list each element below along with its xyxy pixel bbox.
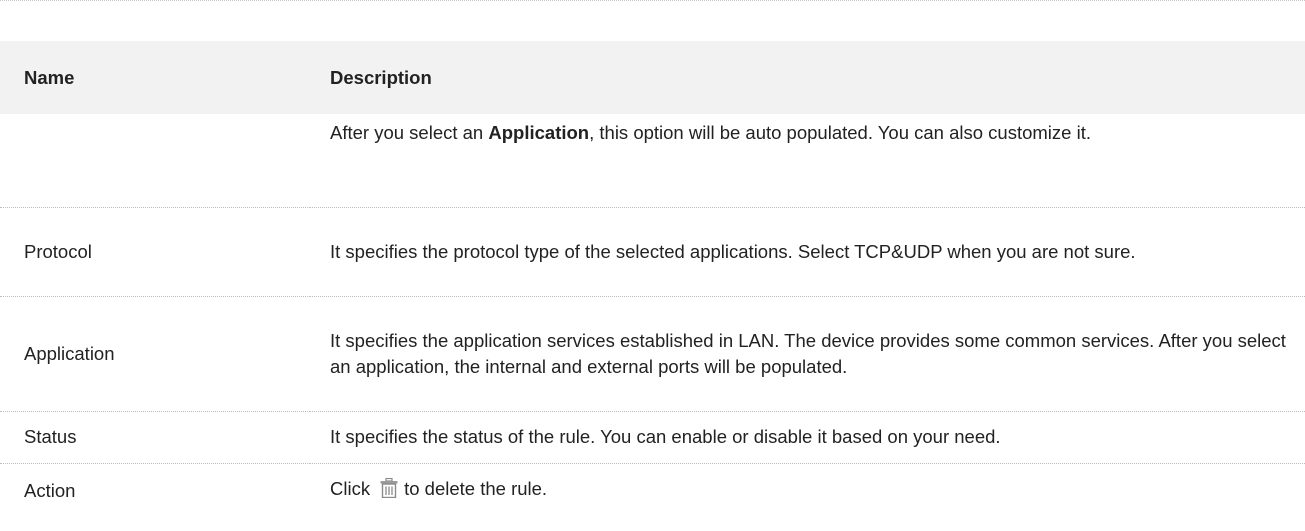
row-description: It specifies the status of the rule. You… [310, 411, 1305, 464]
row-name-empty [0, 114, 310, 208]
header-description: Description [330, 66, 432, 88]
table-row-continued: After you select an Application, this op… [0, 114, 1305, 208]
table-row-action: Action Click to delete the rule. [0, 463, 1305, 518]
row-description: It specifies the protocol type of the se… [310, 207, 1305, 297]
parameter-table: Name Description After you select an App… [0, 41, 1305, 518]
action-text-before: Click [330, 478, 371, 500]
row-description: After you select an Application, this op… [310, 114, 1305, 208]
table-header-row: Name Description [0, 41, 1305, 114]
table-row-protocol: Protocol It specifies the protocol type … [0, 207, 1305, 297]
row-description: Click to delete the rule. [310, 463, 1305, 518]
trash-icon [380, 478, 398, 505]
header-name: Name [24, 66, 75, 88]
row-name: Action [24, 479, 76, 501]
row-name: Application [0, 296, 310, 412]
row-description: It specifies the application services es… [310, 296, 1305, 412]
table-row-status: Status It specifies the status of the ru… [0, 411, 1305, 464]
top-divider [0, 0, 1305, 1]
document-page: Name Description After you select an App… [0, 0, 1305, 531]
desc-bold-application: Application [488, 122, 590, 143]
row-name: Status [0, 411, 310, 464]
desc-text-suffix: , this option will be auto populated. Yo… [589, 122, 1091, 143]
table-row-application: Application It specifies the application… [0, 296, 1305, 412]
action-text-after: to delete the rule. [404, 478, 548, 500]
desc-text-prefix: After you select an [330, 122, 489, 143]
row-name: Protocol [0, 207, 310, 297]
